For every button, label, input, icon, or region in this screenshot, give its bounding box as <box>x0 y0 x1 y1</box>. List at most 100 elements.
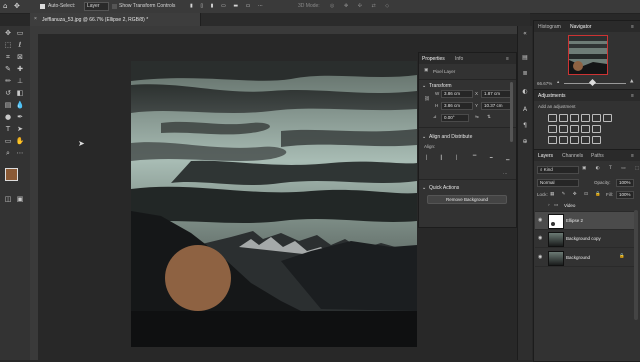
y-field[interactable]: 10.37 cm <box>481 102 513 110</box>
selective-color-icon[interactable] <box>592 136 601 144</box>
color-balance-icon[interactable] <box>548 125 557 133</box>
black-white-icon[interactable] <box>559 125 568 133</box>
zoom-value[interactable]: 66.67% <box>537 81 552 86</box>
libraries-icon[interactable]: ▤ <box>521 54 529 62</box>
angle-field[interactable]: 0.00° <box>441 114 469 122</box>
type-tool-icon[interactable]: T <box>3 124 13 134</box>
tab-adjustments[interactable]: Adjustments <box>538 93 566 99</box>
properties-scrollbar[interactable] <box>510 82 513 142</box>
chevron-right-icon[interactable]: › <box>548 203 550 208</box>
channel-mixer-icon[interactable] <box>581 125 590 133</box>
hand-tool-icon[interactable]: ✋ <box>15 136 25 146</box>
more-tools-icon[interactable]: ⋯ <box>15 148 25 158</box>
artboard-tool-icon[interactable]: ▭ <box>15 28 25 38</box>
healing-tool-icon[interactable]: ✚ <box>15 64 25 74</box>
invert-icon[interactable] <box>548 136 557 144</box>
lasso-tool-icon[interactable]: ℓ <box>15 40 25 50</box>
layer-row-background-copy[interactable]: ◉ Background copy <box>535 230 634 248</box>
hue-saturation-icon[interactable] <box>603 114 612 122</box>
navigator-thumbnail[interactable] <box>568 35 608 75</box>
auto-select-dropdown[interactable]: Layer <box>84 2 109 11</box>
3d-mode-icons[interactable]: ◎ ✥ ✣ ⇄ ◇ <box>330 3 393 9</box>
layer-row-video-group[interactable]: › ▭ Video <box>535 201 634 212</box>
layer-filter-dropdown[interactable]: ⌕ Kind <box>537 166 579 174</box>
layers-scrollbar[interactable] <box>634 210 638 320</box>
visibility-eye-icon[interactable]: ◉ <box>538 235 542 241</box>
stamp-tool-icon[interactable]: ⊥ <box>15 76 25 86</box>
width-field[interactable]: 3.86 cm <box>441 90 473 98</box>
opacity-field[interactable]: 100% <box>616 179 634 187</box>
link-icon[interactable]: ⛓ <box>424 97 430 102</box>
layer-row-ellipse[interactable]: ◉ Ellipse 2 <box>535 212 634 230</box>
home-icon[interactable]: ⌂ <box>3 2 7 10</box>
layer-row-background[interactable]: ◉ Background 🔒 <box>535 249 634 267</box>
fill-field[interactable]: 100% <box>616 191 634 199</box>
panel-menu-icon[interactable]: ≡ <box>506 56 509 62</box>
posterize-icon[interactable] <box>559 136 568 144</box>
remove-background-button[interactable]: Remove Background <box>427 195 507 204</box>
eraser-tool-icon[interactable]: ◧ <box>15 88 25 98</box>
threshold-icon[interactable] <box>570 136 579 144</box>
align-buttons-group[interactable]: ▮ ▯ ▮ ▭ ▬ ▭ ⋯ <box>190 3 266 9</box>
move-tool-icon[interactable]: ✥ <box>14 2 20 10</box>
blend-mode-dropdown[interactable]: Normal <box>537 179 579 187</box>
learn-icon[interactable]: ◐ <box>521 88 529 96</box>
foreground-color-swatch[interactable] <box>5 168 18 181</box>
tab-layers[interactable]: Layers <box>538 153 553 159</box>
shape-tool-icon[interactable]: ▭ <box>3 136 13 146</box>
panel-menu-icon[interactable]: ≡ <box>631 153 634 159</box>
eyedropper-tool-icon[interactable]: ✎ <box>3 64 13 74</box>
brush-tool-icon[interactable]: ✏ <box>3 76 13 86</box>
close-tab-icon[interactable]: × <box>34 16 37 22</box>
flip-horizontal-icon[interactable]: ⇋ <box>475 115 479 120</box>
photo-filter-icon[interactable] <box>570 125 579 133</box>
pen-tool-icon[interactable]: ✒ <box>15 112 25 122</box>
paragraph-icon[interactable]: ¶ <box>521 122 529 130</box>
visibility-eye-icon[interactable]: ◉ <box>538 254 542 260</box>
frame-tool-icon[interactable]: ⊠ <box>15 52 25 62</box>
gradient-tool-icon[interactable]: ▤ <box>3 100 13 110</box>
zoom-tool-icon[interactable]: ⌕ <box>3 148 13 158</box>
zoom-out-icon[interactable]: ▴ <box>557 80 559 85</box>
flip-vertical-icon[interactable]: ⇅ <box>487 115 491 120</box>
align-chevron-icon[interactable]: ⌄ <box>422 134 426 140</box>
zoom-in-icon[interactable]: ▲ <box>630 79 633 84</box>
vibrance-adjustment-icon[interactable] <box>592 114 601 122</box>
layer-filter-icons[interactable]: ▣ ◐ T ▭ ⬚ <box>582 166 640 171</box>
glyphs-icon[interactable]: ⊕ <box>521 138 529 146</box>
visibility-eye-icon[interactable]: ◉ <box>538 217 542 223</box>
tab-info[interactable]: Info <box>455 56 463 62</box>
screen-mode-icon[interactable]: ▣ <box>15 194 25 204</box>
tab-histogram[interactable]: Histogram <box>538 24 561 30</box>
document-canvas[interactable] <box>131 61 417 347</box>
levels-adjustment-icon[interactable] <box>559 114 568 122</box>
transform-chevron-icon[interactable]: ⌄ <box>422 83 426 89</box>
zoom-slider-handle[interactable] <box>588 78 597 87</box>
auto-select-checkbox[interactable] <box>40 4 45 9</box>
height-field[interactable]: 3.86 cm <box>441 102 473 110</box>
marquee-tool-icon[interactable]: ⬚ <box>3 40 13 50</box>
x-field[interactable]: 1.87 cm <box>481 90 513 98</box>
character-icon[interactable]: A <box>521 106 529 114</box>
show-transform-checkbox[interactable] <box>112 4 117 9</box>
properties-icon[interactable]: ≣ <box>521 70 529 78</box>
gradient-map-icon[interactable] <box>581 136 590 144</box>
ellipse-shape[interactable] <box>165 245 231 311</box>
tab-paths[interactable]: Paths <box>591 153 604 159</box>
collapse-icon[interactable]: « <box>521 30 529 38</box>
crop-tool-icon[interactable]: ⌗ <box>3 52 13 62</box>
color-lookup-icon[interactable] <box>592 125 601 133</box>
blur-tool-icon[interactable]: 💧 <box>15 100 25 110</box>
history-brush-icon[interactable]: ↺ <box>3 88 13 98</box>
lock-icons[interactable]: ▦ ✎ ✥ ⊡ 🔒 <box>550 192 604 197</box>
tab-navigator[interactable]: Navigator <box>570 24 591 30</box>
document-tab[interactable]: × JeffIanuza_53.jpg @ 66.7% (Ellipse 2, … <box>30 13 201 26</box>
quick-mask-icon[interactable]: ◫ <box>3 194 13 204</box>
quick-actions-chevron-icon[interactable]: ⌄ <box>422 185 426 191</box>
tab-channels[interactable]: Channels <box>562 153 583 159</box>
exposure-adjustment-icon[interactable] <box>581 114 590 122</box>
dodge-tool-icon[interactable]: ● <box>3 112 13 122</box>
move-tool-icon[interactable]: ✥ <box>3 28 13 38</box>
panel-menu-icon[interactable]: ≡ <box>631 93 634 99</box>
curves-adjustment-icon[interactable] <box>570 114 579 122</box>
